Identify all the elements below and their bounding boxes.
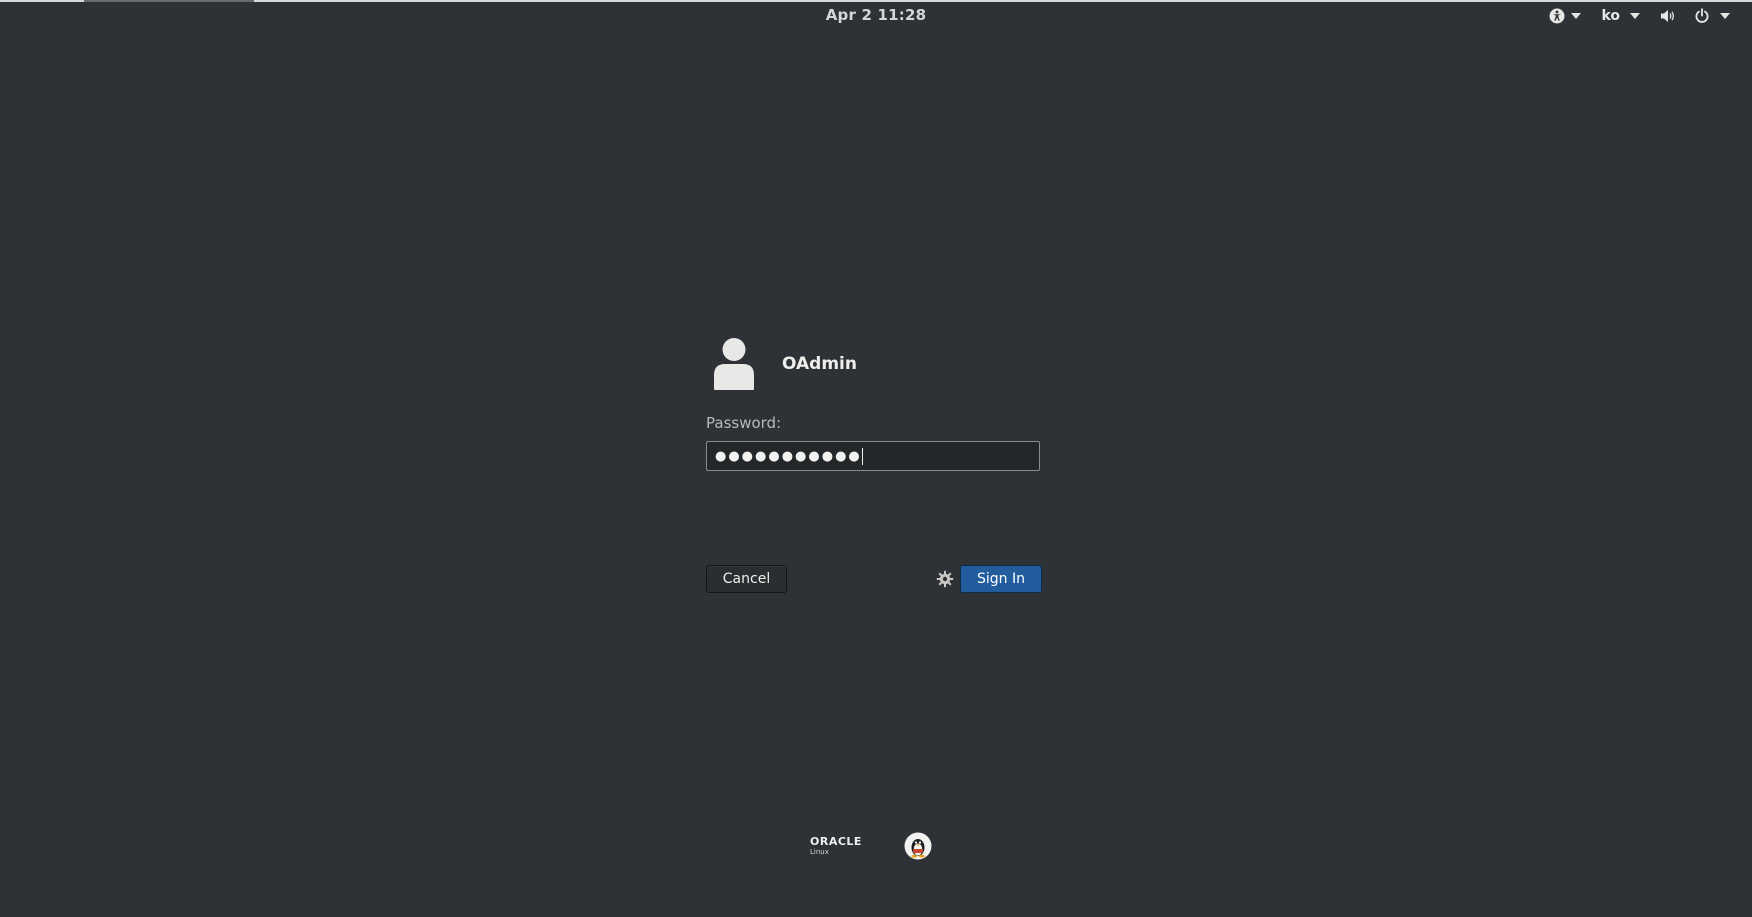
branding: ORACLE Linux	[810, 832, 932, 860]
chevron-down-icon	[1720, 13, 1730, 19]
login-dialog: OAdmin Password: ●●●●●●●●●●● Cancel Sign…	[706, 336, 1042, 593]
button-row: Cancel Sign In	[706, 565, 1042, 593]
chevron-down-icon	[1630, 13, 1640, 19]
password-field[interactable]: ●●●●●●●●●●●	[706, 441, 1040, 471]
user-row: OAdmin	[706, 336, 1042, 392]
oracle-linux-logo: ORACLE Linux	[810, 834, 862, 857]
user-avatar-icon	[706, 336, 762, 392]
sign-in-button[interactable]: Sign In	[960, 565, 1042, 593]
logo-subtext: Linux	[810, 847, 829, 856]
cancel-button[interactable]: Cancel	[706, 565, 787, 593]
password-label: Password:	[706, 414, 782, 432]
gear-icon[interactable]	[936, 570, 954, 588]
logo-text: ORACLE	[810, 834, 862, 848]
text-cursor	[861, 447, 863, 465]
language-menu[interactable]: ko	[1591, 6, 1650, 26]
accessibility-icon	[1549, 8, 1565, 24]
language-label: ko	[1601, 8, 1620, 24]
login-screen: Apr 2 11:28 ko OAdmin Password: ●●●●●●●●…	[0, 0, 1752, 917]
chevron-down-icon	[1571, 13, 1582, 19]
system-menu[interactable]	[1650, 6, 1740, 26]
clock[interactable]: Apr 2 11:28	[0, 6, 1752, 24]
tux-icon	[904, 832, 932, 860]
username-label: OAdmin	[782, 354, 857, 374]
top-bar: Apr 2 11:28 ko	[0, 2, 1752, 28]
power-icon	[1695, 8, 1709, 23]
password-mask: ●●●●●●●●●●●	[715, 448, 862, 464]
accessibility-menu[interactable]	[1539, 6, 1591, 26]
system-tray: ko	[1539, 6, 1740, 26]
volume-icon	[1661, 10, 1674, 22]
